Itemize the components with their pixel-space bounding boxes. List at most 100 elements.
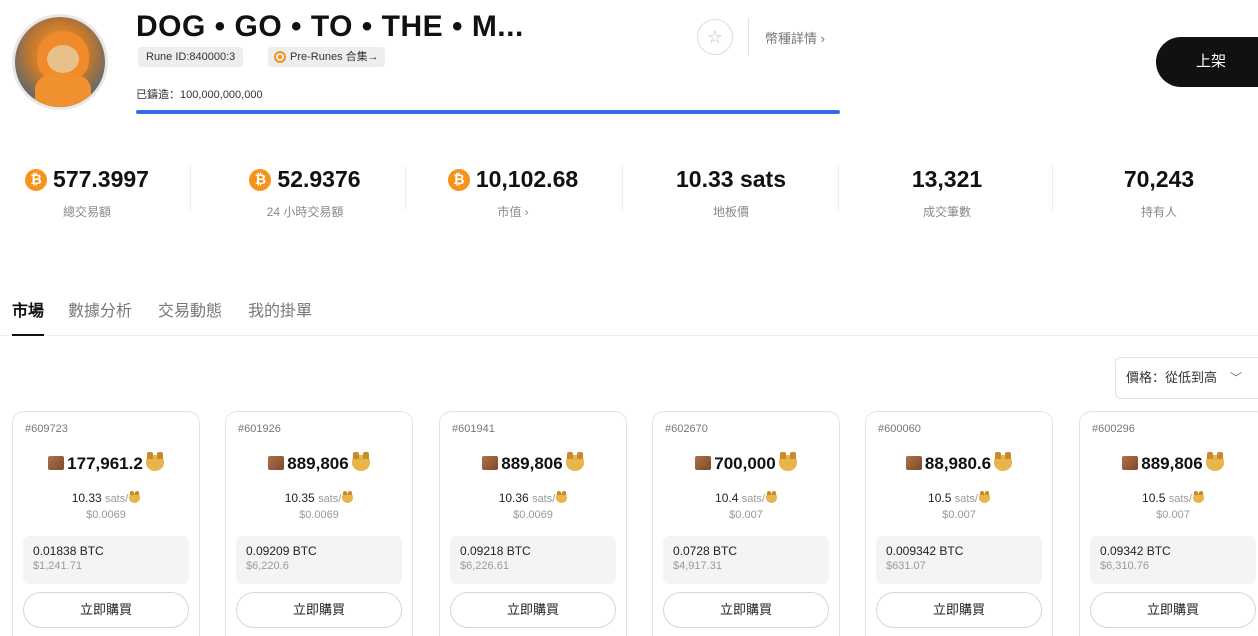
- total-price-box: 0.09209 BTC $6,220.6: [236, 536, 402, 584]
- total-price-usd: $631.07: [886, 560, 926, 572]
- rune-amount: 88,980.6: [866, 452, 1052, 474]
- rune-thumbnail-icon: [905, 456, 922, 470]
- listing-card[interactable]: #600060 88,980.6 10.5 sats/ $0.007 0.009342 …: [865, 411, 1053, 636]
- collection-title: DOG • GO • TO • THE • M...: [136, 10, 524, 43]
- listing-card[interactable]: #602670 700,000 10.4 sats/ $0.007 0.0728 BTC…: [652, 411, 840, 636]
- buy-now-button[interactable]: 立即購買: [236, 592, 402, 628]
- tabs-divider: [0, 335, 1258, 336]
- tab-trade-activity[interactable]: 交易動態: [158, 297, 222, 321]
- total-price-usd: $1,241.71: [33, 560, 82, 572]
- unit-price-suffix: sats/: [1168, 493, 1192, 505]
- avatar-body-shape: [35, 73, 91, 107]
- tab-my-orders[interactable]: 我的掛單: [248, 297, 312, 321]
- pre-runes-collection-link[interactable]: Pre-Runes 合集→: [268, 47, 385, 67]
- total-price-btc: 0.01838 BTC: [33, 544, 104, 558]
- bitcoin-icon: ₿: [249, 168, 272, 191]
- rune-amount: 700,000: [653, 452, 839, 474]
- unit-price: 10.5 sats/: [1080, 491, 1258, 505]
- rune-amount: 889,806: [440, 452, 626, 474]
- unit-price: 10.33 sats/: [13, 491, 199, 505]
- unit-price-suffix: sats/: [532, 493, 556, 505]
- stat-3: 10.33 sats 地板價: [636, 166, 826, 220]
- stat-label: 24 小時交易額: [266, 205, 344, 219]
- stat-value-text: 10,102.68: [475, 166, 579, 192]
- listing-id: #609723: [25, 423, 68, 435]
- stat-label: 地板價: [712, 205, 749, 219]
- total-price-btc: 0.009342 BTC: [886, 544, 964, 558]
- favorite-star-button[interactable]: ☆: [697, 19, 733, 55]
- rune-amount: 889,806: [1080, 452, 1258, 474]
- rune-thumbnail-icon: [48, 456, 65, 470]
- stat-value-text: 13,321: [911, 166, 983, 192]
- unit-price-usd: $0.0069: [299, 509, 339, 521]
- stat-label: 市值 ›: [497, 205, 529, 219]
- total-price-usd: $4,917.31: [673, 560, 722, 572]
- dog-icon: [1205, 452, 1224, 471]
- buy-now-button[interactable]: 立即購買: [663, 592, 829, 628]
- listing-card[interactable]: #600296 889,806 10.5 sats/ $0.007 0.09342 BT…: [1079, 411, 1258, 636]
- total-price-btc: 0.09218 BTC: [460, 544, 531, 558]
- unit-price: 10.35 sats/: [226, 491, 412, 505]
- dog-icon: [765, 491, 777, 503]
- stat-label: 總交易額: [62, 205, 111, 219]
- stat-value: 70,243: [1124, 166, 1194, 193]
- rune-thumbnail-icon: [1122, 456, 1139, 470]
- rune-thumbnail-icon: [268, 456, 285, 470]
- unit-price-usd: $0.007: [942, 509, 976, 521]
- unit-price-usd: $0.0069: [86, 509, 126, 521]
- stat-1: ₿ 52.9376 24 小時交易額: [210, 166, 400, 220]
- unit-price-usd: $0.007: [729, 509, 763, 521]
- total-price-btc: 0.0728 BTC: [673, 544, 738, 558]
- tab-data-analysis[interactable]: 數據分析: [68, 297, 132, 321]
- list-for-sale-button[interactable]: 上架: [1156, 37, 1258, 87]
- unit-price-value: 10.4: [715, 491, 739, 505]
- total-price-usd: $6,226.61: [460, 560, 509, 572]
- mint-progress-bar: [136, 110, 840, 114]
- rune-amount-text: 177,961.2: [67, 454, 143, 473]
- listing-card[interactable]: #601941 889,806 10.36 sats/ $0.0069 0.09218 …: [439, 411, 627, 636]
- coin-details-link[interactable]: 幣種詳情 ›: [765, 28, 825, 47]
- rune-amount-text: 889,806: [501, 454, 563, 473]
- buy-now-button[interactable]: 立即購買: [1090, 592, 1256, 628]
- stat-4: 13,321 成交筆數: [852, 166, 1042, 220]
- rune-amount-text: 88,980.6: [924, 454, 992, 473]
- unit-price-suffix: sats/: [954, 493, 978, 505]
- total-price-box: 0.09342 BTC $6,310.76: [1090, 536, 1256, 584]
- dog-icon: [129, 491, 141, 503]
- buy-now-button[interactable]: 立即購買: [23, 592, 189, 628]
- total-price-box: 0.09218 BTC $6,226.61: [450, 536, 616, 584]
- stat-2[interactable]: ₿ 10,102.68 市值 ›: [418, 166, 608, 220]
- listing-id: #602670: [665, 423, 708, 435]
- sort-dropdown[interactable]: 價格：從低到高 ﹀: [1115, 357, 1258, 399]
- stat-divider: [622, 166, 623, 210]
- unit-price: 10.5 sats/: [866, 491, 1052, 505]
- tab-market[interactable]: 市場: [12, 297, 44, 321]
- total-price-btc: 0.09209 BTC: [246, 544, 317, 558]
- pre-runes-icon: [274, 51, 286, 63]
- total-price-usd: $6,310.76: [1100, 560, 1149, 572]
- stat-value-text: 70,243: [1123, 166, 1195, 192]
- unit-price-value: 10.36: [498, 491, 529, 505]
- rune-id-badge: Rune ID:840000:3: [138, 47, 244, 67]
- listing-card[interactable]: #609723 177,961.2 10.33 sats/ $0.0069 0.0183…: [12, 411, 200, 636]
- stat-value: ₿ 10,102.68: [447, 166, 579, 193]
- stat-divider: [838, 166, 839, 210]
- listing-id: #600296: [1092, 423, 1135, 435]
- stat-label: 成交筆數: [922, 205, 971, 219]
- rune-amount: 889,806: [226, 452, 412, 474]
- dog-icon: [565, 452, 584, 471]
- dog-icon: [351, 452, 370, 471]
- stat-divider: [1052, 166, 1053, 210]
- avatar-face-shape: [47, 45, 79, 73]
- listing-card[interactable]: #601926 889,806 10.35 sats/ $0.0069 0.09209 …: [225, 411, 413, 636]
- unit-price-value: 10.33: [71, 491, 102, 505]
- dog-icon: [342, 491, 354, 503]
- dog-icon: [556, 491, 568, 503]
- buy-now-button[interactable]: 立即購買: [450, 592, 616, 628]
- unit-price-suffix: sats/: [105, 493, 129, 505]
- total-price-usd: $6,220.6: [246, 560, 289, 572]
- buy-now-button[interactable]: 立即購買: [876, 592, 1042, 628]
- dog-icon: [1192, 491, 1204, 503]
- chevron-down-icon: ﹀: [1229, 371, 1242, 385]
- minted-supply: 已鑄造：100,000,000,000: [136, 89, 263, 101]
